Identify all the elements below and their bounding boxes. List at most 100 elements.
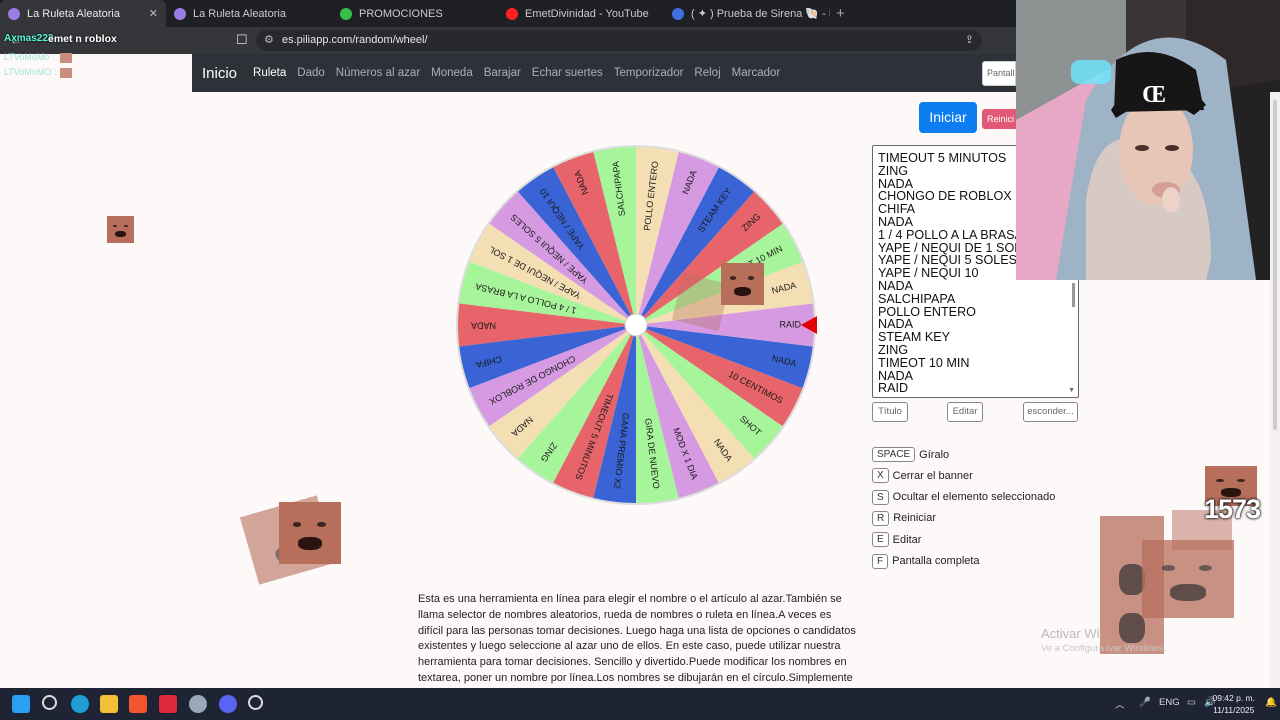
textarea-scrollbar[interactable] bbox=[1072, 283, 1075, 307]
description-text: Esta es una herramienta en línea para el… bbox=[418, 593, 856, 700]
wheel-svg[interactable]: RAIDNADATIMEOT 10 MINZINGSTEAM KEYNADAPO… bbox=[455, 144, 817, 506]
shortcut-key: S bbox=[872, 489, 889, 505]
shortcut-row: S Ocultar el elemento seleccionado bbox=[872, 489, 1055, 505]
nav-link[interactable]: Temporizador bbox=[614, 67, 684, 79]
option-line: RAID bbox=[878, 381, 909, 396]
option-line: TIMEOT 10 MIN bbox=[878, 355, 970, 370]
clock-time: 09:42 p. m. bbox=[1212, 693, 1255, 703]
share-icon[interactable]: ⇪ bbox=[965, 30, 974, 51]
option-line: STEAM KEY bbox=[878, 330, 951, 345]
chat-message: emet n roblox bbox=[48, 33, 117, 45]
scroll-down-icon[interactable]: ▼ bbox=[1068, 387, 1075, 394]
windows-taskbar: ︿ 🎤 ENG ▭ 🔊 09:42 p. m. 11/11/2025 🔔 bbox=[0, 688, 1280, 720]
search-icon[interactable] bbox=[42, 695, 57, 710]
shortcut-key: E bbox=[872, 532, 889, 548]
bookmark-icon[interactable]: ☐ bbox=[236, 32, 248, 48]
app-icon[interactable] bbox=[159, 695, 177, 713]
webcam-overlay: Œ bbox=[1016, 0, 1280, 280]
webcam-image: Œ bbox=[1016, 0, 1280, 280]
wheel-segment-label: RAID bbox=[779, 319, 801, 329]
site-settings-icon[interactable]: ⚙ bbox=[264, 30, 274, 51]
url-text: es.piliapp.com/random/wheel/ bbox=[282, 34, 428, 46]
obs-icon[interactable] bbox=[248, 695, 263, 710]
activation-watermark: Activar Wi bbox=[1041, 626, 1100, 641]
browser-tab[interactable]: PROMOCIONES bbox=[332, 0, 498, 27]
shortcut-label: Cerrar el banner bbox=[892, 469, 973, 482]
tab-favicon-icon bbox=[506, 7, 518, 20]
tab-close-icon[interactable]: ✕ bbox=[149, 7, 158, 20]
nav-link[interactable]: Echar suertes bbox=[532, 67, 603, 79]
file-explorer-icon[interactable] bbox=[100, 695, 118, 713]
notifications-icon[interactable]: 🔔 bbox=[1265, 697, 1277, 708]
network-icon[interactable]: ▭ bbox=[1187, 697, 1196, 708]
page-scrollbar[interactable] bbox=[1270, 92, 1280, 688]
shortcut-key: SPACE bbox=[872, 447, 916, 462]
title-button[interactable]: Título bbox=[872, 402, 908, 422]
nav-link[interactable]: Moneda bbox=[431, 67, 473, 79]
shortcut-row: E Editar bbox=[872, 532, 922, 548]
roulette-wheel[interactable]: RAIDNADATIMEOT 10 MINZINGSTEAM KEYNADAPO… bbox=[455, 144, 817, 506]
tab-label: PROMOCIONES bbox=[359, 7, 443, 20]
brave-icon[interactable] bbox=[129, 695, 147, 713]
shortcut-key: X bbox=[872, 468, 889, 484]
shortcut-label: Editar bbox=[892, 533, 922, 546]
tab-favicon-icon bbox=[174, 7, 186, 20]
start-button[interactable]: Iniciar bbox=[919, 102, 977, 133]
nav-link[interactable]: Dado bbox=[297, 67, 325, 79]
new-tab-button[interactable]: + bbox=[836, 0, 845, 27]
tab-favicon-icon bbox=[8, 7, 20, 20]
nav-link[interactable]: Reloj bbox=[694, 67, 720, 79]
fullscreen-input[interactable]: Pantall bbox=[982, 61, 1016, 86]
nav-link[interactable]: Números al azar bbox=[336, 67, 420, 79]
chat-line: LTVoMoMO : bbox=[4, 67, 57, 77]
option-line: SALCHIPAPA bbox=[878, 291, 956, 306]
home-link[interactable]: Inicio bbox=[202, 65, 237, 82]
hide-button[interactable]: esconder... bbox=[1023, 402, 1078, 422]
chat-username: Axmas223 bbox=[4, 33, 54, 44]
discord-icon[interactable] bbox=[219, 695, 237, 713]
tab-favicon-icon bbox=[672, 7, 684, 20]
address-bar[interactable]: ⚙ es.piliapp.com/random/wheel/ ⇪ bbox=[256, 30, 982, 51]
language-indicator[interactable]: ENG bbox=[1159, 697, 1180, 708]
browser-toolbar: ← ☐ ⚙ es.piliapp.com/random/wheel/ ⇪ bbox=[0, 27, 1016, 54]
nav-link[interactable]: Ruleta bbox=[253, 67, 286, 79]
edit-button[interactable]: Editar bbox=[947, 402, 983, 422]
wheel-segment-label: NADA bbox=[471, 321, 496, 331]
nav-link[interactable]: Marcador bbox=[732, 67, 781, 79]
browser-tab[interactable]: La Ruleta Aleatoria ✕ bbox=[0, 0, 166, 27]
option-line: NADA bbox=[878, 368, 913, 383]
tab-label: La Ruleta Aleatoria bbox=[27, 7, 120, 20]
shortcut-row: X Cerrar el banner bbox=[872, 468, 973, 484]
shortcut-key: R bbox=[872, 510, 890, 526]
shortcut-key: F bbox=[872, 553, 889, 569]
wheel-hub[interactable] bbox=[624, 313, 648, 337]
reset-button[interactable]: Reinici bbox=[982, 109, 1016, 129]
nav-link[interactable]: Barajar bbox=[484, 67, 521, 79]
screen: La Ruleta Aleatoria ✕ La Ruleta Aleatoria P… bbox=[0, 0, 1280, 720]
tab-label: EmetDivinidad - YouTube bbox=[525, 7, 649, 20]
shortcut-label: Pantalla completa bbox=[892, 555, 980, 567]
site-navbar: Inicio Ruleta Dado Números al azar Moneda Ba… bbox=[192, 54, 1016, 92]
microphone-icon[interactable]: 🎤 bbox=[1139, 697, 1151, 708]
taskbar-clock[interactable]: 09:42 p. m. 11/11/2025 bbox=[1212, 692, 1255, 716]
settings-icon[interactable] bbox=[189, 695, 207, 713]
tab-favicon-icon bbox=[340, 7, 352, 20]
page-scroll-thumb[interactable] bbox=[1273, 100, 1277, 430]
option-line: NADA bbox=[878, 278, 913, 293]
chat-emote bbox=[60, 53, 72, 63]
emote-counter: 1573 bbox=[1204, 494, 1261, 524]
tab-label: ( ✦ ) Prueba de Sirena 🐚 - Roblox bbox=[691, 8, 830, 20]
browser-tab[interactable]: La Ruleta Aleatoria bbox=[166, 0, 332, 27]
shortcut-label: Gíralo bbox=[919, 448, 950, 461]
meme-emote bbox=[1142, 540, 1234, 618]
browser-tab[interactable]: EmetDivinidad - YouTube bbox=[498, 0, 664, 27]
edge-icon[interactable] bbox=[71, 695, 89, 713]
tray-chevron-icon[interactable]: ︿ bbox=[1115, 697, 1125, 711]
shortcut-row: F Pantalla completa bbox=[872, 553, 980, 569]
start-icon[interactable] bbox=[12, 695, 30, 713]
browser-tab[interactable]: ( ✦ ) Prueba de Sirena 🐚 - Roblox bbox=[664, 0, 830, 27]
tab-label: La Ruleta Aleatoria bbox=[193, 7, 286, 20]
clock-date: 11/11/2025 bbox=[1213, 705, 1255, 715]
shortcut-row: R Reiniciar bbox=[872, 510, 936, 526]
activation-watermark-sub: Ve a Configura ivar Windows. bbox=[1041, 643, 1166, 654]
